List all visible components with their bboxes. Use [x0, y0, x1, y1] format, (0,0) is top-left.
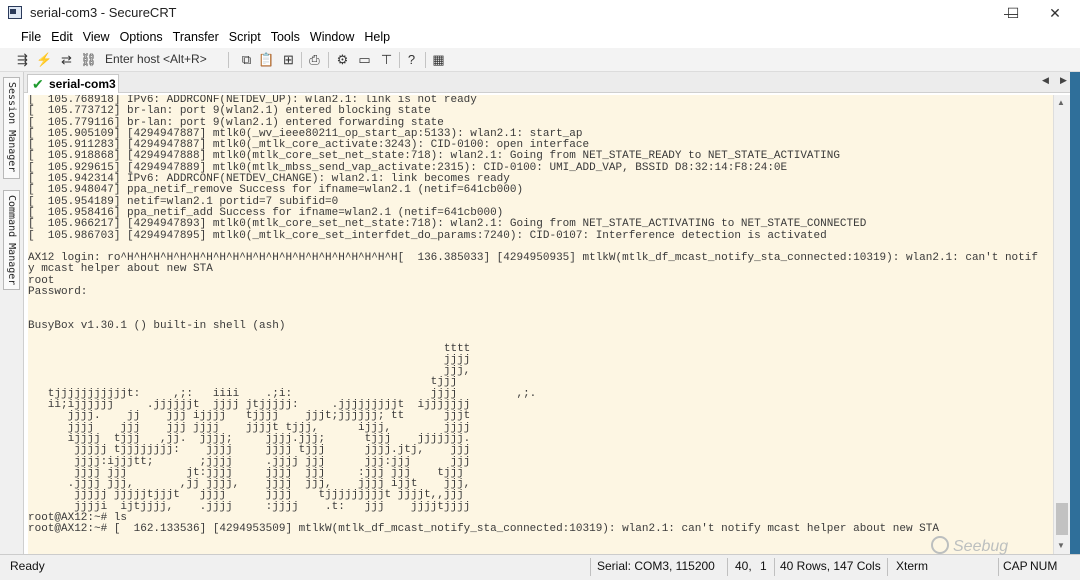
terminal-line: y mcast helper about new STA: [28, 263, 213, 276]
menu-file[interactable]: File: [16, 27, 46, 47]
terminal-line: jjjj. jj jjj ijjjj tjjjj jjjt;jjjjjj; tt…: [28, 410, 471, 423]
toolbar-separator: [399, 52, 400, 68]
status-divider: [887, 558, 888, 576]
terminal-output: [ 105.768918] IPv6: ADDRCONF(NETDEV_UP):…: [28, 95, 1053, 536]
session-manager-label: Session Manager: [6, 82, 17, 173]
command-manager-tab[interactable]: Command Manager: [3, 190, 20, 290]
scrollbar-thumb[interactable]: [1056, 503, 1068, 535]
menu-script[interactable]: Script: [224, 27, 266, 47]
status-divider: [774, 558, 775, 576]
terminal-line: jjjjj jjjjjtjjjt jjjj jjjj tjjjjjjjjjt j…: [28, 489, 464, 502]
close-button[interactable]: ✕: [1032, 0, 1078, 27]
print-icon[interactable]: ⎙: [306, 51, 323, 68]
status-caps: CAP: [1003, 559, 1028, 573]
toolbar: ⇶ ⚡ ⇄ ⛓ Enter host <Alt+R> ⧉ 📋 ⊞ ⎙ ⚙ ▭ ⊤…: [0, 48, 1080, 72]
tab-label: serial-com3: [49, 77, 116, 91]
toolbar-separator: [301, 52, 302, 68]
status-col: 1: [760, 559, 767, 573]
terminal-line: root@AX12:~# [ 162.133536] [4294953509] …: [28, 523, 939, 536]
connect-icon[interactable]: ⇶: [14, 51, 31, 68]
menu-edit[interactable]: Edit: [46, 27, 78, 47]
status-num: NUM: [1030, 559, 1058, 573]
status-ready: Ready: [10, 559, 45, 573]
window-title: serial-com3 - SecureCRT: [30, 5, 177, 20]
terminal-line: [ 105.773712] br-lan: port 9(wlan2.1) en…: [28, 105, 431, 118]
toolbar-separator: [328, 52, 329, 68]
watermark: Seebug: [931, 536, 1009, 556]
keymap-icon[interactable]: ▭: [356, 51, 373, 68]
status-serial: Serial: COM3, 115200: [597, 559, 715, 573]
status-size: 40 Rows, 147 Cols: [780, 559, 881, 573]
status-bar: Ready Serial: COM3, 115200 40, 1 40 Rows…: [0, 554, 1080, 580]
help-icon[interactable]: ?: [403, 51, 420, 68]
status-row: 40,: [735, 559, 752, 573]
command-manager-label: Command Manager: [6, 195, 17, 286]
toolbar-separator: [228, 52, 229, 68]
scroll-up-icon[interactable]: ▲: [1057, 98, 1065, 107]
menu-bar: File Edit View Options Transfer Script Tools Wi…: [0, 27, 1080, 48]
watermark-text: Seebug: [953, 538, 1009, 555]
menu-tools[interactable]: Tools: [266, 27, 305, 47]
paste-icon[interactable]: 📋: [258, 51, 275, 68]
terminal-line: [ 105.948047] ppa_netif_remove Success f…: [28, 184, 524, 197]
copy-icon[interactable]: ⧉: [238, 51, 255, 68]
status-term: Xterm: [896, 559, 929, 573]
status-divider: [727, 558, 728, 576]
sftp-icon[interactable]: ⊤: [378, 51, 395, 68]
session-tab-bar: ✔ serial-com3 ◀ ▶: [24, 72, 1080, 93]
session-manager-tab[interactable]: Session Manager: [3, 77, 20, 179]
toolbar-separator: [425, 52, 426, 68]
disconnect-icon[interactable]: ⛓: [80, 51, 97, 68]
tab-prev-icon[interactable]: ◀: [1042, 75, 1049, 86]
terminal-line: jjjji ijtjjjj, .jjjj :jjjj .t: jjj jjjjt…: [28, 500, 471, 513]
watermark-logo-icon: [931, 536, 949, 554]
tab-next-icon[interactable]: ▶: [1060, 75, 1067, 86]
status-divider: [590, 558, 591, 576]
status-divider: [998, 558, 999, 576]
terminal-line: Password:: [28, 286, 88, 299]
title-bar: serial-com3 - SecureCRT —: [0, 0, 1080, 27]
terminal-line: BusyBox v1.30.1 () built-in shell (ash): [28, 319, 286, 332]
screenshot-icon[interactable]: ▦: [430, 51, 447, 68]
terminal-scrollbar[interactable]: ▲ ▼: [1053, 95, 1070, 554]
maximize-button[interactable]: ☐: [990, 0, 1036, 27]
scroll-down-icon[interactable]: ▼: [1057, 541, 1065, 550]
settings-icon[interactable]: ⚙: [334, 51, 351, 68]
securecrt-app-icon: [8, 6, 22, 19]
terminal-area[interactable]: [ 105.768918] IPv6: ADDRCONF(NETDEV_UP):…: [28, 95, 1053, 554]
tab-serial-com3[interactable]: ✔ serial-com3: [27, 74, 119, 93]
menu-options[interactable]: Options: [115, 27, 168, 47]
terminal-line: root: [28, 274, 55, 287]
desktop-background: [1070, 72, 1080, 554]
terminal-line: [ 105.966217] [4294947893] mtlk0(mtlk_co…: [28, 218, 867, 231]
quick-connect-icon[interactable]: ⚡: [36, 51, 53, 68]
side-panel: Session Manager Command Manager: [0, 72, 24, 554]
connected-check-icon: ✔: [32, 76, 44, 92]
terminal-line: [ 105.986703] [4294947895] mtlk0(_mtlk_c…: [28, 229, 827, 242]
host-input[interactable]: Enter host <Alt+R>: [105, 52, 207, 66]
menu-view[interactable]: View: [78, 27, 115, 47]
reconnect-icon[interactable]: ⇄: [58, 51, 75, 68]
menu-window[interactable]: Window: [305, 27, 359, 47]
find-icon[interactable]: ⊞: [280, 51, 297, 68]
terminal-line: jjjjj tjjjjjjjj: jjjj jjjj tjjj jjjj.jtj…: [28, 444, 471, 457]
menu-transfer[interactable]: Transfer: [168, 27, 224, 47]
menu-help[interactable]: Help: [359, 27, 395, 47]
